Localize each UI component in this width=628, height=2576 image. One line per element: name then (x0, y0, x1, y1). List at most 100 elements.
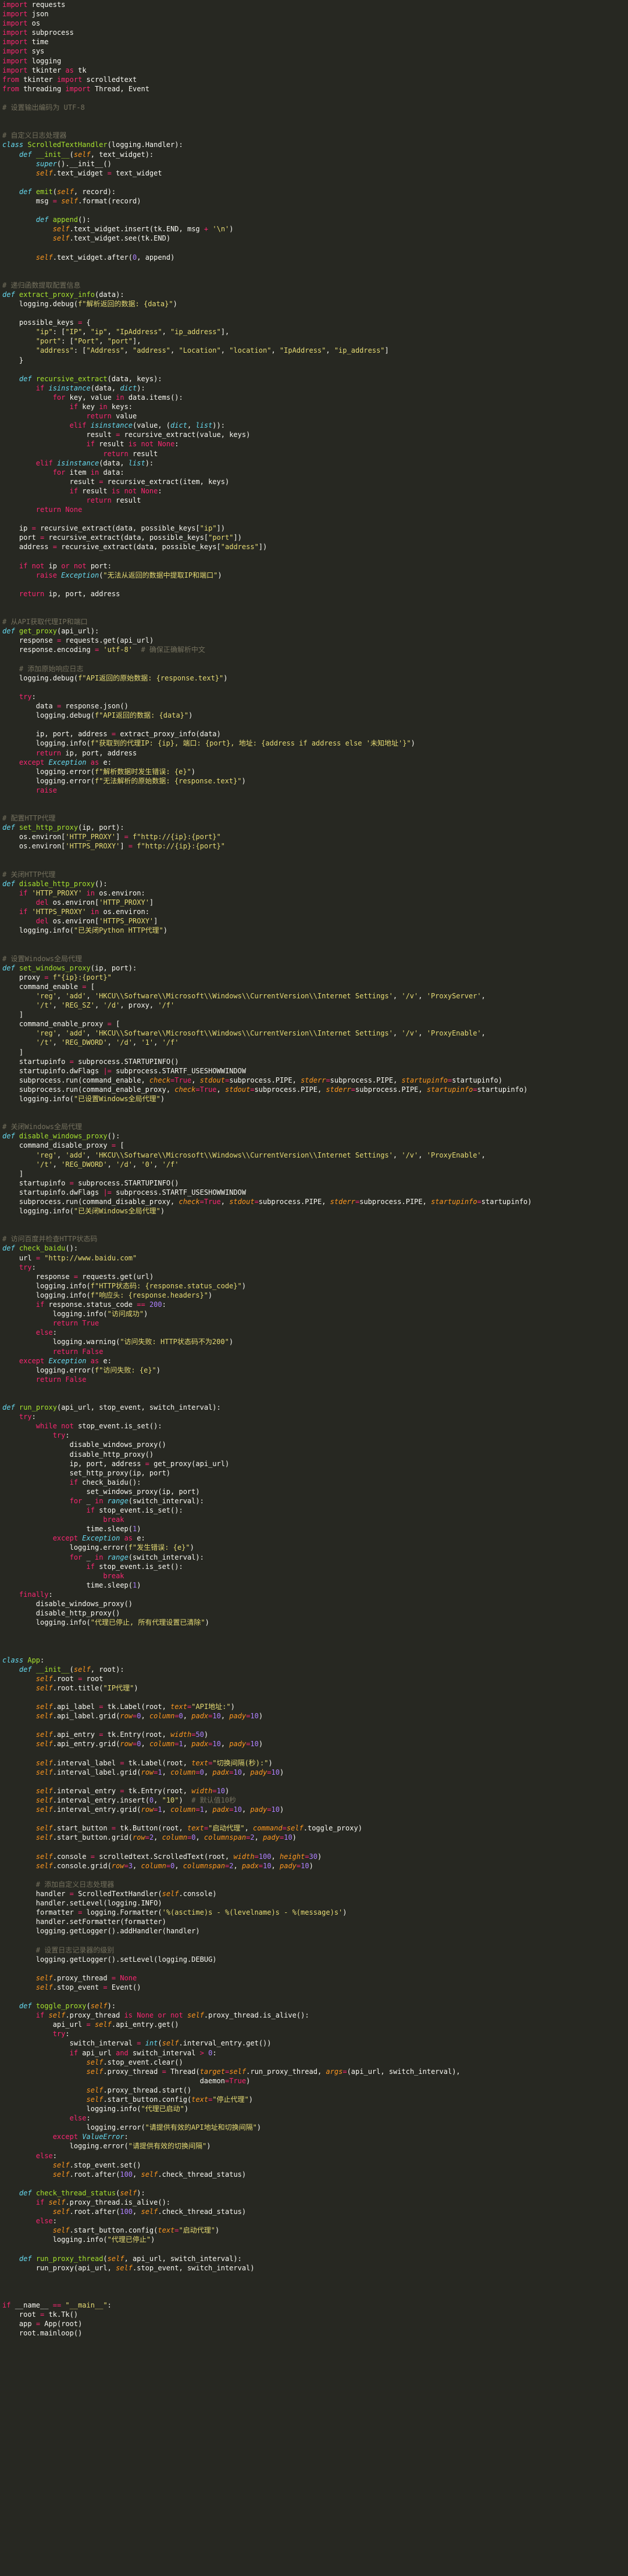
code-line: for _ in range(switch_interval): (69, 1497, 204, 1505)
code-line: self.api_label = tk.Label(root, text="AP… (35, 1703, 235, 1711)
code-line: logging.error("请提供有效的API地址和切换间隔") (86, 2123, 262, 2132)
code-line: import sys (2, 47, 45, 56)
code-line: self.text_widget = text_widget (35, 169, 162, 177)
code-line: logging.error("请提供有效的切换间隔") (69, 2142, 211, 2151)
code-line: logging.info(f"响应头: {response.headers}") (35, 1291, 213, 1299)
code-line: self.root = root (35, 1674, 104, 1683)
code-line: self.console = scrolledtext.ScrolledText… (35, 1852, 322, 1861)
code-line: switch_interval = int(self.interval_entr… (69, 2039, 272, 2048)
code-line: command_disable_proxy = [ (19, 1141, 124, 1150)
code-line: logging.getLogger().addHandler(handler) (35, 1927, 200, 1936)
code-line: 'reg', 'add', 'HKCU\\Software\\Microsoft… (35, 1151, 486, 1159)
code-line: logging.info("代理已启动") (86, 2105, 189, 2113)
code-line: import tkinter as tk (2, 66, 87, 74)
code-line: logging.error(f"访问失败: {e}") (35, 1366, 161, 1374)
code-line: self.root.after(100, self.check_thread_s… (52, 2208, 247, 2216)
code-line: ​ (2, 1113, 628, 1122)
code-line: ​ (2, 599, 628, 608)
code-line: msg = self.format(record) (35, 196, 141, 205)
code-line: def check_baidu(): (2, 1244, 78, 1253)
code-line: ​ (2, 608, 628, 617)
code-line: ​ (2, 795, 628, 804)
code-line: if result is not None: (86, 440, 179, 449)
code-line: response = requests.get(api_url) (19, 636, 154, 645)
code-line: disable_windows_proxy() (69, 1441, 166, 1449)
code-line: ​ (2, 2179, 628, 2188)
code-line: root.mainloop() (19, 2329, 83, 2338)
code-line: ​ (2, 514, 628, 524)
code-line: ​ (2, 1964, 628, 1973)
code-line: logging.getLogger().setLevel(logging.DEB… (35, 1955, 217, 1964)
code-line: ​ (2, 2282, 628, 2291)
code-line: ​ (2, 580, 628, 589)
code-line: ip, port, address = get_proxy(api_url) (69, 1459, 230, 1468)
code-line: if stop_event.is_set(): (86, 1562, 183, 1571)
code-line: '/t', 'REG_DWORD', '/d', '0', '/f' (35, 1160, 179, 1169)
code-line: self.interval_label.grid(row=1, column=0… (35, 1768, 284, 1776)
code-line: self.root.after(100, self.check_thread_s… (52, 2170, 247, 2179)
code-line: app = App(root) (19, 2320, 83, 2328)
code-line: del os.environ['HTTPS_PROXY'] (35, 917, 158, 926)
code-line: return value (86, 412, 137, 421)
code-line: handler.setLevel(logging.INFO) (35, 1899, 162, 1908)
code-line: startupinfo.dwFlags |= subprocess.STARTF… (19, 1066, 247, 1075)
code-line: ​ (2, 851, 628, 861)
code-line: except Exception as e: (19, 1356, 112, 1365)
code-line: set_windows_proxy(ip, port) (86, 1487, 200, 1496)
code-line: except Exception as e: (52, 1534, 145, 1543)
code-line: disable_windows_proxy() (35, 1600, 133, 1608)
code-line: self.api_entry.grid(row=0, column=1, pad… (35, 1740, 263, 1749)
code-line: os.environ['HTTPS_PROXY'] = f"http://{ip… (19, 842, 225, 851)
code-line: from threading import Thread, Event (2, 84, 149, 93)
code-line: ​ (2, 683, 628, 692)
code-editor[interactable]: import requests import json import os impor… (0, 0, 628, 2576)
code-line: if not ip or not port: (19, 561, 112, 570)
code-line: if self.proxy_thread.is_alive(): (35, 2198, 171, 2207)
code-line: self.interval_entry.insert(0, "10") # 默认… (35, 1796, 237, 1804)
code-line: import subprocess (2, 28, 74, 37)
code-line: while not stop_event.is_set(): (35, 1422, 162, 1431)
code-line: except ValueError: (52, 2133, 129, 2141)
code-line: logging.info(f"获取到的代理IP: {ip}, 端口: {port… (35, 739, 415, 748)
code-line: ​ (2, 1693, 628, 1702)
code-line: ​ (2, 861, 628, 870)
code-line: daemon=True) (199, 2076, 251, 2085)
code-line: # 关闭Windows全局代理 (2, 1123, 83, 1131)
code-line: # 访问百度并检查HTTP状态码 (2, 1235, 98, 1244)
code-line: try: (19, 1263, 36, 1271)
code-line: def run_proxy_thread(self, api_url, swit… (19, 2254, 242, 2263)
code-line: import os (2, 19, 41, 28)
code-line: ​ (2, 1216, 628, 1225)
code-line: logging.error(f"无法解析的原始数据: {response.tex… (35, 776, 246, 785)
code-line: ​ (2, 655, 628, 664)
code-line: return False (35, 1375, 87, 1384)
code-line: logging.debug(f"解析返回的数据: {data}") (19, 300, 177, 308)
code-line: os.environ['HTTP_PROXY'] = f"http://{ip}… (19, 833, 221, 841)
code-line: handler.setFormatter(formatter) (35, 1918, 166, 1926)
code-line: self.console.grid(row=3, column=0, colum… (35, 1861, 313, 1870)
code-line: ​ (2, 1936, 628, 1945)
code-line: logging.warning("访问失败: HTTP状态码不为200") (52, 1338, 234, 1346)
code-line: def __init__(self, text_widget): (19, 150, 154, 159)
code-line: startupinfo = subprocess.STARTUPINFO() (19, 1178, 179, 1187)
code-line: def set_windows_proxy(ip, port): (2, 963, 137, 972)
code-line: if result is not None: (69, 486, 162, 495)
code-line: self.text_widget.after(0, append) (35, 253, 175, 261)
code-line: self.start_button = tk.Button(root, text… (35, 1824, 362, 1833)
code-line: class App: (2, 1656, 45, 1664)
code-line: response = requests.get(url) (35, 1272, 154, 1281)
code-line: finally: (19, 1590, 53, 1599)
code-line: '/t', 'REG_SZ', '/d', proxy, '/f' (35, 1001, 175, 1010)
code-line: logging.error(f"发生错误: {e}") (69, 1543, 194, 1552)
code-line: self.start_button.config(text="启动代理") (52, 2226, 220, 2235)
code-line: time.sleep(1) (86, 1581, 141, 1589)
code-line: ​ (2, 1871, 628, 1880)
code-line: def disable_http_proxy(): (2, 879, 108, 888)
code-line: ​ (2, 944, 628, 954)
code-line: else: (35, 1328, 57, 1337)
code-line: self.interval_label = tk.Label(root, tex… (35, 1758, 273, 1767)
code-line: ​ (2, 552, 628, 561)
code-line: # 自定义日志处理器 (2, 131, 67, 140)
code-line: class ScrolledTextHandler(logging.Handle… (2, 141, 183, 149)
code-line: ​ (2, 1721, 628, 1730)
